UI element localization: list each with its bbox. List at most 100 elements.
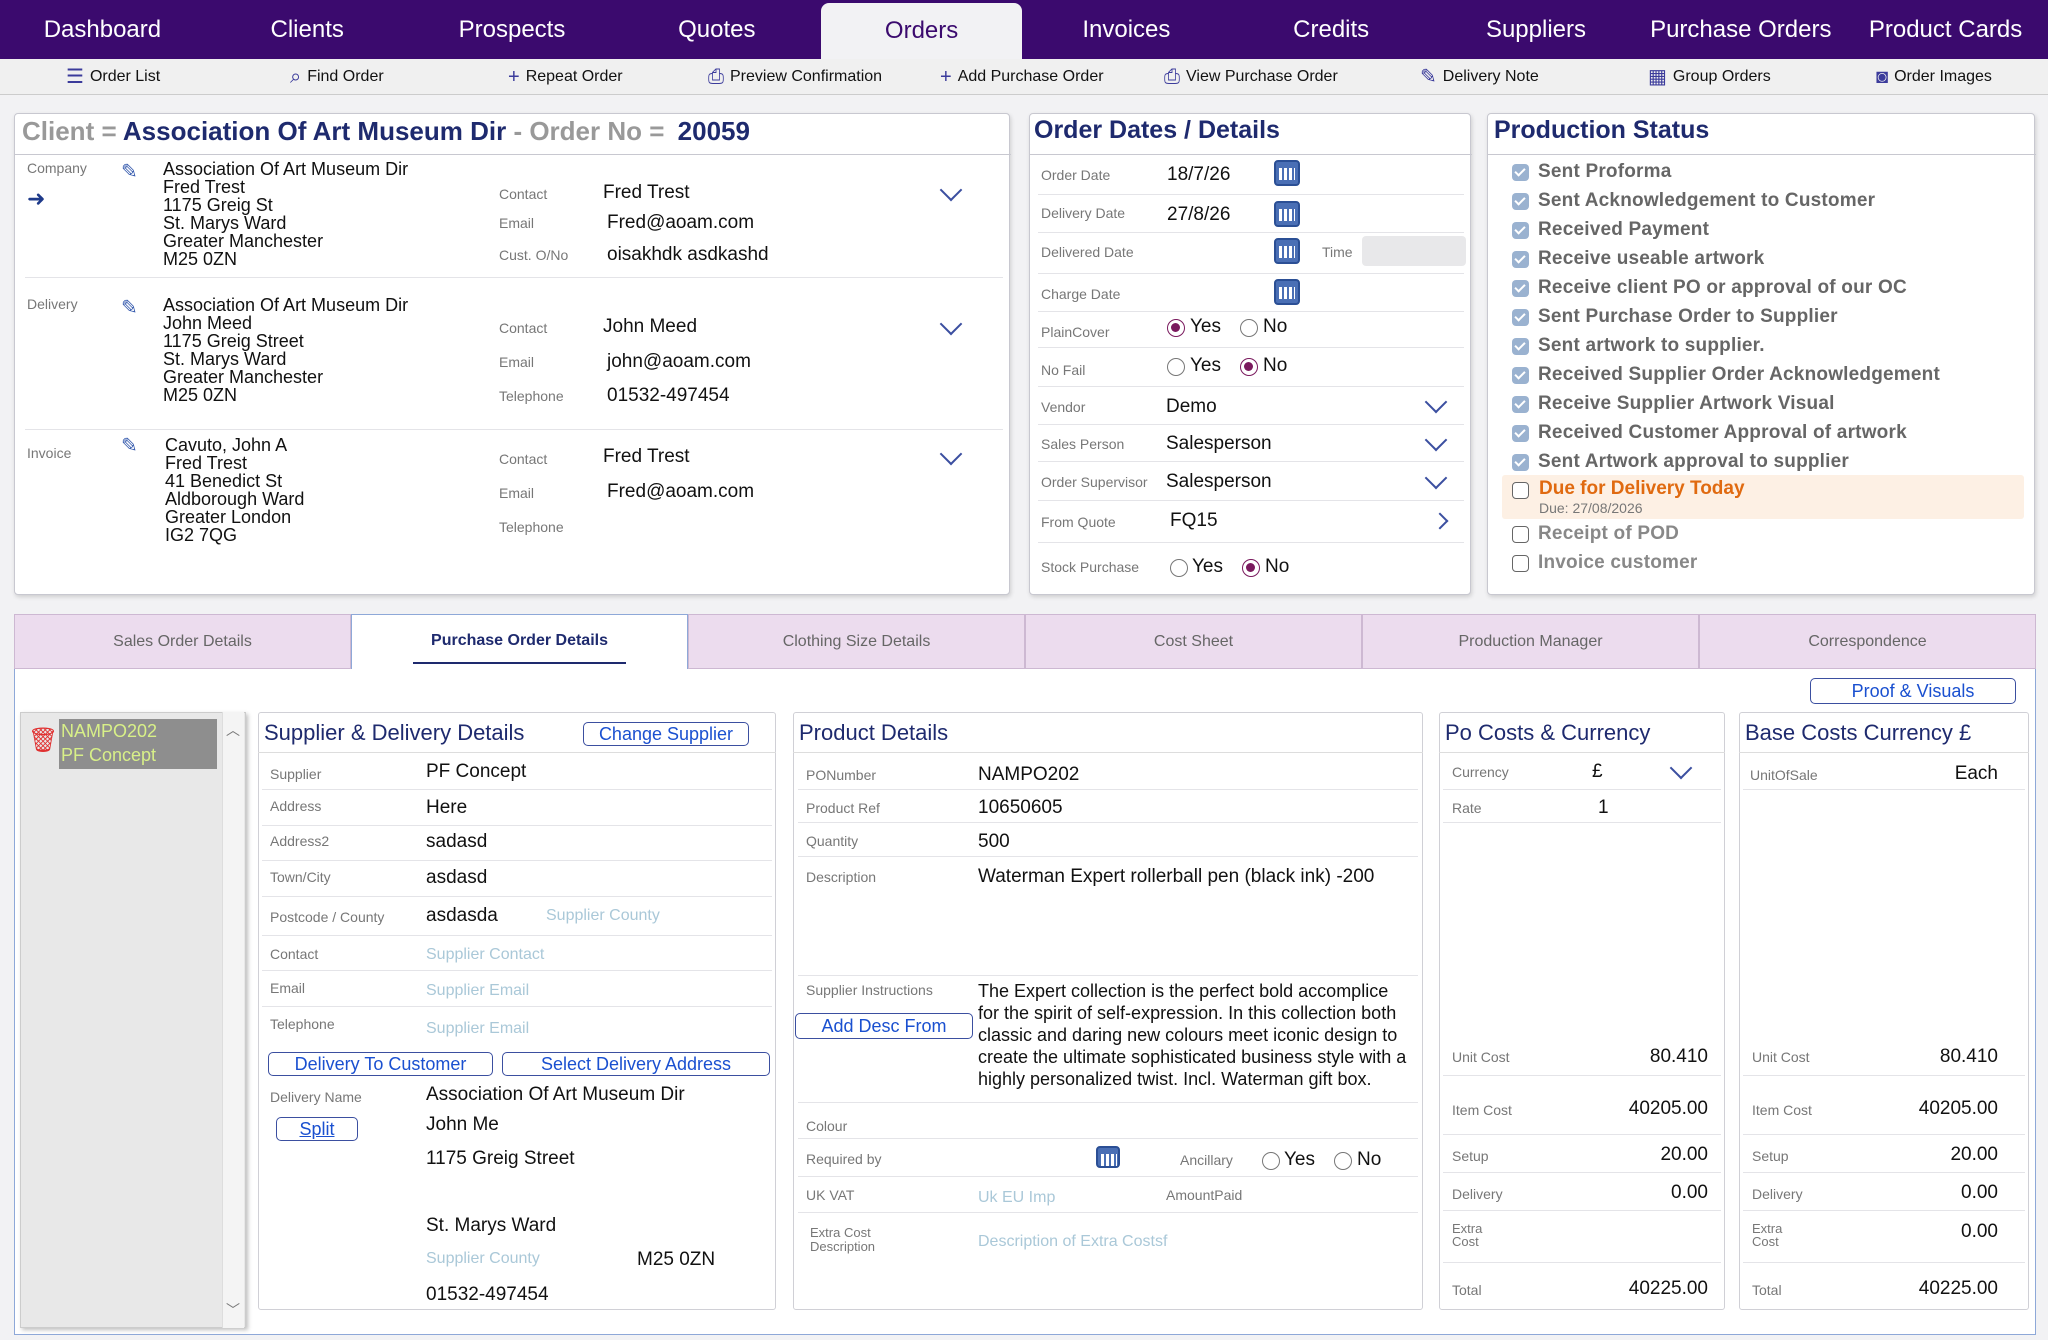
chevron-down-icon[interactable] bbox=[1424, 390, 1448, 414]
proof-visuals-button[interactable]: Proof & Visuals bbox=[1810, 678, 2016, 704]
plaincover-yes-radio[interactable] bbox=[1167, 319, 1185, 337]
nofail-no-radio[interactable] bbox=[1240, 358, 1258, 376]
delivery-county-field[interactable]: Supplier County bbox=[426, 1250, 540, 1268]
trash-icon[interactable]: 🗑 bbox=[28, 726, 58, 755]
nav-tab-purchase-orders[interactable]: Purchase Orders bbox=[1640, 0, 1841, 59]
scroll-up-icon[interactable]: ︿ bbox=[226, 720, 240, 740]
extra-cost-description-field[interactable]: Description of Extra Costsf bbox=[978, 1233, 1167, 1251]
status-checkbox[interactable] bbox=[1512, 193, 1529, 210]
rate-field[interactable]: 1 bbox=[1598, 797, 1609, 819]
invoice-customer-checkbox[interactable] bbox=[1512, 555, 1529, 572]
delivery-line2-field[interactable]: John Me bbox=[426, 1114, 499, 1136]
unit-of-sale-field[interactable]: Each bbox=[1900, 763, 1998, 785]
supplier-instructions-field[interactable]: The Expert collection is the perfect bol… bbox=[978, 980, 1410, 1102]
delivery-telephone-field[interactable]: 01532-497454 bbox=[607, 385, 730, 407]
po-unit-cost-field[interactable]: 80.410 bbox=[1590, 1046, 1708, 1068]
status-checkbox[interactable] bbox=[1512, 222, 1529, 239]
ancillary-no-radio[interactable] bbox=[1334, 1152, 1352, 1170]
currency-select[interactable]: £ bbox=[1592, 761, 1603, 783]
nav-tab-credits[interactable]: Credits bbox=[1231, 0, 1432, 59]
status-checkbox[interactable] bbox=[1512, 309, 1529, 326]
due-delivery-checkbox[interactable] bbox=[1512, 482, 1529, 499]
edit-company-icon[interactable]: ✎ bbox=[121, 162, 141, 182]
delivery-to-customer-button[interactable]: Delivery To Customer bbox=[268, 1052, 493, 1076]
supplier-postcode-field[interactable]: asdasda bbox=[426, 905, 498, 927]
supplier-address2-field[interactable]: sadasd bbox=[426, 831, 487, 853]
edit-delivery-icon[interactable]: ✎ bbox=[121, 298, 141, 318]
stock-purchase-no-radio[interactable] bbox=[1242, 559, 1260, 577]
nav-tab-quotes[interactable]: Quotes bbox=[616, 0, 817, 59]
tab-correspondence[interactable]: Correspondence bbox=[1699, 614, 2036, 669]
tab-production-manager[interactable]: Production Manager bbox=[1362, 614, 1699, 669]
time-field[interactable] bbox=[1362, 236, 1466, 266]
calendar-icon[interactable] bbox=[1274, 160, 1300, 186]
supplier-town-field[interactable]: asdasd bbox=[426, 867, 487, 889]
change-supplier-button[interactable]: Change Supplier bbox=[583, 722, 749, 746]
uk-vat-field[interactable]: Uk EU Imp bbox=[978, 1189, 1055, 1207]
supplier-county-field[interactable]: Supplier County bbox=[546, 907, 660, 925]
delivery-email-field[interactable]: john@aoam.com bbox=[607, 351, 751, 373]
chevron-down-icon[interactable] bbox=[939, 442, 963, 466]
supplier-contact-field[interactable]: Supplier Contact bbox=[426, 946, 544, 964]
status-checkbox[interactable] bbox=[1512, 454, 1529, 471]
po-list-item[interactable]: NAMPO202 PF Concept bbox=[59, 719, 217, 769]
chevron-down-icon[interactable] bbox=[939, 312, 963, 336]
tab-purchase-order-details[interactable]: Purchase Order Details bbox=[351, 614, 688, 671]
scrollbar[interactable] bbox=[222, 712, 244, 1328]
supplier-address-field[interactable]: Here bbox=[426, 797, 467, 819]
delivery-postcode-field[interactable]: M25 0ZN bbox=[637, 1249, 715, 1271]
status-checkbox[interactable] bbox=[1512, 164, 1529, 181]
nav-tab-prospects[interactable]: Prospects bbox=[412, 0, 613, 59]
calendar-icon[interactable] bbox=[1274, 201, 1300, 227]
nav-tab-dashboard[interactable]: Dashboard bbox=[2, 0, 203, 59]
order-images-button[interactable]: ◙ Order Images bbox=[1876, 64, 1992, 90]
status-checkbox[interactable] bbox=[1512, 396, 1529, 413]
chevron-down-icon[interactable] bbox=[1424, 466, 1448, 490]
vendor-select[interactable]: Demo bbox=[1166, 396, 1217, 418]
tab-sales-order-details[interactable]: Sales Order Details bbox=[14, 614, 351, 669]
delivery-date-field[interactable]: 27/8/26 bbox=[1167, 204, 1230, 226]
cust-order-no-field[interactable]: oisakhdk asdkashd bbox=[607, 244, 769, 266]
split-button[interactable]: Split bbox=[276, 1117, 358, 1141]
add-purchase-order-button[interactable]: + Add Purchase Order bbox=[940, 64, 1104, 90]
calendar-icon[interactable] bbox=[1096, 1146, 1120, 1168]
status-checkbox[interactable] bbox=[1512, 251, 1529, 268]
order-date-field[interactable]: 18/7/26 bbox=[1167, 164, 1230, 186]
ancillary-yes-radio[interactable] bbox=[1262, 1152, 1280, 1170]
chevron-down-icon[interactable] bbox=[1424, 428, 1448, 452]
receipt-pod-checkbox[interactable] bbox=[1512, 526, 1529, 543]
chevron-down-icon[interactable] bbox=[939, 178, 963, 202]
preview-confirmation-button[interactable]: ⎙ Preview Confirmation bbox=[708, 64, 882, 90]
invoice-contact-select[interactable]: Fred Trest bbox=[603, 446, 690, 468]
nofail-yes-radio[interactable] bbox=[1167, 358, 1185, 376]
nav-tab-clients[interactable]: Clients bbox=[207, 0, 408, 59]
scroll-down-icon[interactable]: ﹀ bbox=[226, 1300, 240, 1320]
select-delivery-address-button[interactable]: Select Delivery Address bbox=[502, 1052, 770, 1076]
order-supervisor-select[interactable]: Salesperson bbox=[1166, 471, 1272, 493]
status-checkbox[interactable] bbox=[1512, 425, 1529, 442]
delivery-line4-field[interactable]: St. Marys Ward bbox=[426, 1215, 556, 1237]
product-ref-field[interactable]: 10650605 bbox=[978, 797, 1063, 819]
delivery-note-button[interactable]: ✎ Delivery Note bbox=[1420, 64, 1539, 90]
po-setup-field[interactable]: 20.00 bbox=[1590, 1144, 1708, 1166]
delivery-name-field[interactable]: Association Of Art Museum Dir bbox=[426, 1084, 685, 1106]
delivery-phone-field[interactable]: 01532-497454 bbox=[426, 1284, 549, 1306]
order-list-button[interactable]: ☰ Order List bbox=[66, 64, 160, 90]
description-field[interactable]: Waterman Expert rollerball pen (black in… bbox=[978, 866, 1374, 888]
nav-tab-product-cards[interactable]: Product Cards bbox=[1845, 0, 2046, 59]
company-contact-select[interactable]: Fred Trest bbox=[603, 182, 690, 204]
delivery-line3-field[interactable]: 1175 Greig Street bbox=[426, 1148, 575, 1170]
tab-cost-sheet[interactable]: Cost Sheet bbox=[1025, 614, 1362, 669]
nav-tab-suppliers[interactable]: Suppliers bbox=[1436, 0, 1637, 59]
sales-person-select[interactable]: Salesperson bbox=[1166, 433, 1272, 455]
arrow-right-icon[interactable]: ➜ bbox=[27, 186, 45, 212]
quantity-field[interactable]: 500 bbox=[978, 831, 1010, 853]
nav-tab-invoices[interactable]: Invoices bbox=[1026, 0, 1227, 59]
supplier-email-field[interactable]: Supplier Email bbox=[426, 982, 529, 1000]
stock-purchase-yes-radio[interactable] bbox=[1170, 559, 1188, 577]
calendar-icon[interactable] bbox=[1274, 238, 1300, 264]
po-delivery-field[interactable]: 0.00 bbox=[1590, 1182, 1708, 1204]
supplier-telephone-field[interactable]: Supplier Email bbox=[426, 1020, 529, 1038]
status-checkbox[interactable] bbox=[1512, 338, 1529, 355]
repeat-order-button[interactable]: + Repeat Order bbox=[508, 64, 623, 90]
